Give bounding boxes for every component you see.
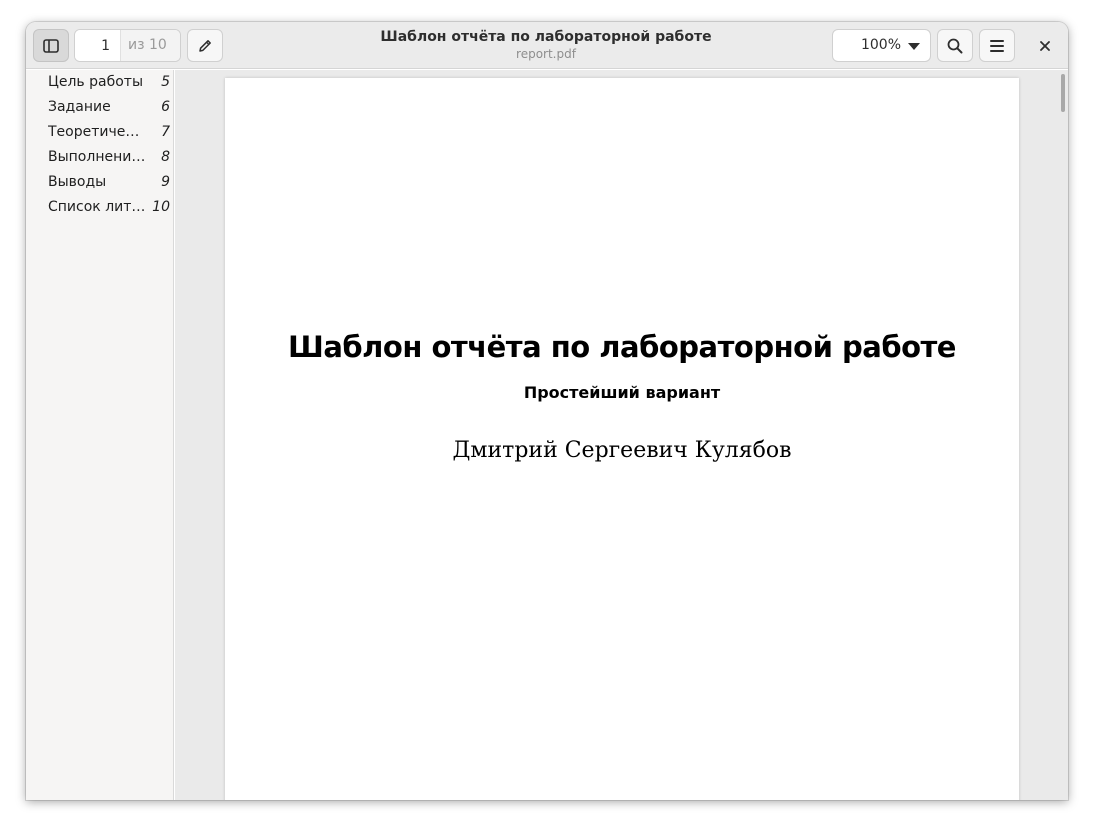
outline-item-label: Теоретическое введение bbox=[48, 124, 146, 140]
main-menu-button[interactable] bbox=[979, 29, 1015, 62]
outline-item-label: Задание bbox=[48, 99, 111, 115]
outline-item[interactable]: Теоретическое введение 7 bbox=[26, 120, 174, 145]
document-title: Шаблон отчёта по лабораторной работе bbox=[288, 330, 956, 364]
outline-item-page: 9 bbox=[161, 174, 170, 190]
outline-item-label: Выводы bbox=[48, 174, 107, 190]
outline-item[interactable]: Цель работы 5 bbox=[26, 70, 174, 95]
header-bar: из 10 Шаблон отчёта по лабораторной рабо… bbox=[26, 22, 1068, 69]
outline-item-label: Список литературы bbox=[48, 199, 146, 215]
search-button[interactable] bbox=[937, 29, 973, 62]
outline-item[interactable]: Выполнение лабораторной работы 8 bbox=[26, 145, 174, 170]
current-page-input[interactable] bbox=[75, 30, 120, 61]
document-canvas[interactable]: Шаблон отчёта по лабораторной работе Про… bbox=[175, 70, 1068, 800]
close-icon bbox=[1040, 41, 1050, 51]
zoom-value: 100% bbox=[860, 37, 901, 53]
outline-item-page: 5 bbox=[161, 74, 170, 90]
search-icon bbox=[947, 38, 963, 53]
menu-icon bbox=[990, 39, 1004, 52]
outline-item-page: 10 bbox=[152, 199, 170, 215]
document-viewer-window: из 10 Шаблон отчёта по лабораторной рабо… bbox=[26, 22, 1068, 800]
window-title-area: Шаблон отчёта по лабораторной работе rep… bbox=[326, 28, 766, 62]
chevron-down-icon bbox=[908, 43, 920, 50]
outline-item[interactable]: Задание 6 bbox=[26, 95, 174, 120]
outline-item-label: Выполнение лабораторной работы bbox=[48, 149, 146, 165]
window-subtitle: report.pdf bbox=[516, 47, 576, 61]
close-window-button[interactable] bbox=[1032, 33, 1058, 59]
page-total-label: из 10 bbox=[120, 30, 180, 61]
document-subtitle: Простейший вариант bbox=[523, 383, 721, 402]
outline-item-label: Цель работы bbox=[48, 74, 144, 90]
annotate-button[interactable] bbox=[187, 29, 223, 62]
outline-item-page: 8 bbox=[161, 149, 170, 165]
outline-item-page: 7 bbox=[161, 124, 170, 140]
outline-item[interactable]: Список литературы 10 bbox=[26, 195, 174, 220]
sidebar: Цель работы 5 Задание 6 Теоретическое вв… bbox=[26, 70, 174, 800]
outline-item[interactable]: Выводы 9 bbox=[26, 170, 174, 195]
document-page: Шаблон отчёта по лабораторной работе Про… bbox=[225, 78, 1019, 800]
pencil-icon bbox=[199, 39, 211, 52]
page-number-entry: из 10 bbox=[74, 29, 181, 62]
sidebar-toggle-button[interactable] bbox=[33, 29, 69, 62]
outline-item-page: 6 bbox=[161, 99, 170, 115]
vertical-scrollbar[interactable] bbox=[1061, 74, 1065, 112]
zoom-dropdown[interactable]: 100% bbox=[832, 29, 931, 62]
sidebar-icon bbox=[43, 38, 59, 53]
window-title: Шаблон отчёта по лабораторной работе bbox=[380, 29, 712, 45]
document-author: Дмитрий Сергеевич Кулябов bbox=[452, 438, 792, 463]
